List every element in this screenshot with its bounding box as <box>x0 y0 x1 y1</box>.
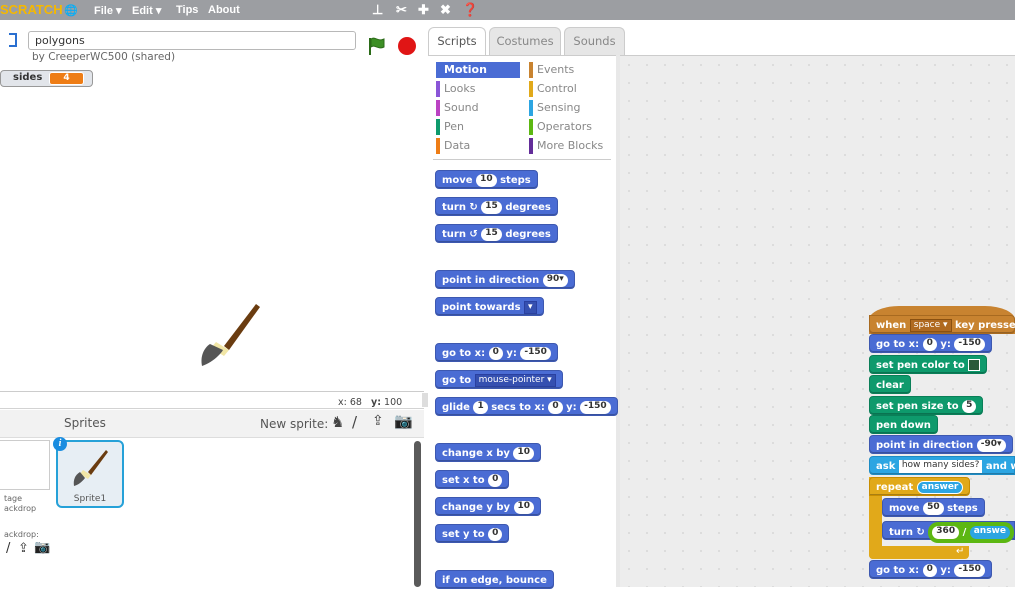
category-more-blocks[interactable]: More Blocks <box>529 138 613 154</box>
script-point-direction[interactable]: point in direction -90▾ <box>869 435 1013 454</box>
category-pen[interactable]: Pen <box>436 119 520 135</box>
tab-scripts[interactable]: Scripts <box>428 27 486 55</box>
camera-icon[interactable]: 📷 <box>394 412 413 430</box>
sprite-info-icon[interactable]: i <box>53 437 67 451</box>
sprite1-name: Sprite1 <box>73 494 107 504</box>
stop-icon[interactable] <box>398 37 416 55</box>
block-set-y[interactable]: set y to 0 <box>435 524 510 543</box>
category-data[interactable]: Data <box>436 138 520 154</box>
block-when-key-pressed[interactable]: when space ▾ key presse <box>869 315 1015 334</box>
tab-costumes[interactable]: Costumes <box>489 27 561 55</box>
monitor-value: 4 <box>49 72 84 85</box>
shrink-icon[interactable]: ✖ <box>440 2 451 18</box>
script-move[interactable]: move 50 steps <box>882 498 985 517</box>
menu-about[interactable]: About <box>208 4 240 16</box>
script-repeat[interactable]: repeat answer <box>869 477 971 496</box>
category-looks[interactable]: Looks <box>436 81 520 97</box>
repeat-loop-arrow-icon: ↵ <box>956 546 965 557</box>
script-pen-down[interactable]: pen down <box>869 415 938 434</box>
new-backdrop-label: ackdrop: <box>4 530 39 539</box>
coords-readout: x: 68 y: 100 <box>338 397 403 408</box>
block-glide[interactable]: glide 1 secs to x: 0 y: -150 <box>435 397 618 416</box>
stage-label: tage ackdrop <box>4 494 37 513</box>
block-turn-ccw[interactable]: turn ↺ 15 degrees <box>435 224 558 243</box>
block-goto[interactable]: go to mouse-pointer ▾ <box>435 370 563 389</box>
menu-edit[interactable]: Edit ▾ <box>132 4 161 17</box>
block-bounce[interactable]: if on edge, bounce <box>435 570 554 589</box>
tab-sounds[interactable]: Sounds <box>564 27 625 55</box>
sprites-title: Sprites <box>64 416 106 430</box>
block-point-direction[interactable]: point in direction 90▾ <box>435 270 575 289</box>
paintbrush-thumb-icon <box>73 450 108 486</box>
duplicate-icon[interactable]: ⊥ <box>372 2 383 18</box>
block-point-towards[interactable]: point towards ▾ <box>435 297 544 316</box>
backdrop-upload-icon[interactable]: ⇪ <box>18 541 29 556</box>
block-set-x[interactable]: set x to 0 <box>435 470 510 489</box>
stage-thumbnail[interactable] <box>0 440 50 490</box>
paintbrush-sprite[interactable] <box>196 298 266 378</box>
project-title-input[interactable]: polygons <box>28 31 356 50</box>
script-turn[interactable]: turn ↻ 360 / answe <box>882 521 1015 543</box>
green-flag-icon[interactable] <box>367 36 387 56</box>
sprite-library-icon[interactable]: ♞ <box>331 413 344 431</box>
globe-icon[interactable]: 🌐 <box>64 4 78 17</box>
scratch-logo[interactable]: SCRATCH <box>0 2 63 17</box>
script-ask[interactable]: ask how many sides? and w <box>869 456 1015 475</box>
category-sensing[interactable]: Sensing <box>529 100 613 116</box>
repeat-c-bottom <box>869 546 969 559</box>
menu-bar: SCRATCH 🌐 File ▾ Edit ▾ Tips About ⊥ ✂ ✚… <box>0 0 1015 20</box>
menu-tips[interactable]: Tips <box>176 4 198 16</box>
cut-icon[interactable]: ✂ <box>396 2 407 18</box>
script-goto-xy[interactable]: go to x: 0 y: -150 <box>869 334 992 353</box>
script-clear[interactable]: clear <box>869 375 911 394</box>
menu-file[interactable]: File ▾ <box>94 4 122 17</box>
script-set-pen-color[interactable]: set pen color to <box>869 355 988 374</box>
monitor-label: sides <box>13 72 43 83</box>
palette-separator <box>433 159 611 160</box>
sprite-list-scrollbar[interactable] <box>414 441 421 587</box>
category-motion[interactable]: Motion <box>436 62 520 78</box>
fullscreen-icon[interactable] <box>9 33 17 47</box>
block-turn-cw[interactable]: turn ↻ 15 degrees <box>435 197 558 216</box>
pen-color-swatch[interactable] <box>968 359 981 371</box>
y-coord: 100 <box>384 397 403 408</box>
category-operators[interactable]: Operators <box>529 119 613 135</box>
block-change-y[interactable]: change y by 10 <box>435 497 542 516</box>
grow-icon[interactable]: ✚ <box>418 2 429 18</box>
help-icon[interactable]: ❓ <box>462 2 478 18</box>
block-change-x[interactable]: change x by 10 <box>435 443 541 462</box>
paint-icon[interactable]: / <box>352 413 357 431</box>
new-sprite-label: New sprite: <box>260 417 329 431</box>
category-sound[interactable]: Sound <box>436 100 520 116</box>
script-set-pen-size[interactable]: set pen size to 5 <box>869 396 984 415</box>
category-events[interactable]: Events <box>529 62 613 78</box>
category-control[interactable]: Control <box>529 81 613 97</box>
backdrop-paint-icon[interactable]: / <box>6 541 10 556</box>
block-goto-xy[interactable]: go to x: 0 y: -150 <box>435 343 558 362</box>
block-move[interactable]: move 10 steps <box>435 170 538 189</box>
backdrop-camera-icon[interactable]: 📷 <box>34 540 50 555</box>
upload-icon[interactable]: ⇪ <box>372 413 384 429</box>
x-coord: 68 <box>349 397 362 408</box>
script-goto-xy-end[interactable]: go to x: 0 y: -150 <box>869 560 992 579</box>
